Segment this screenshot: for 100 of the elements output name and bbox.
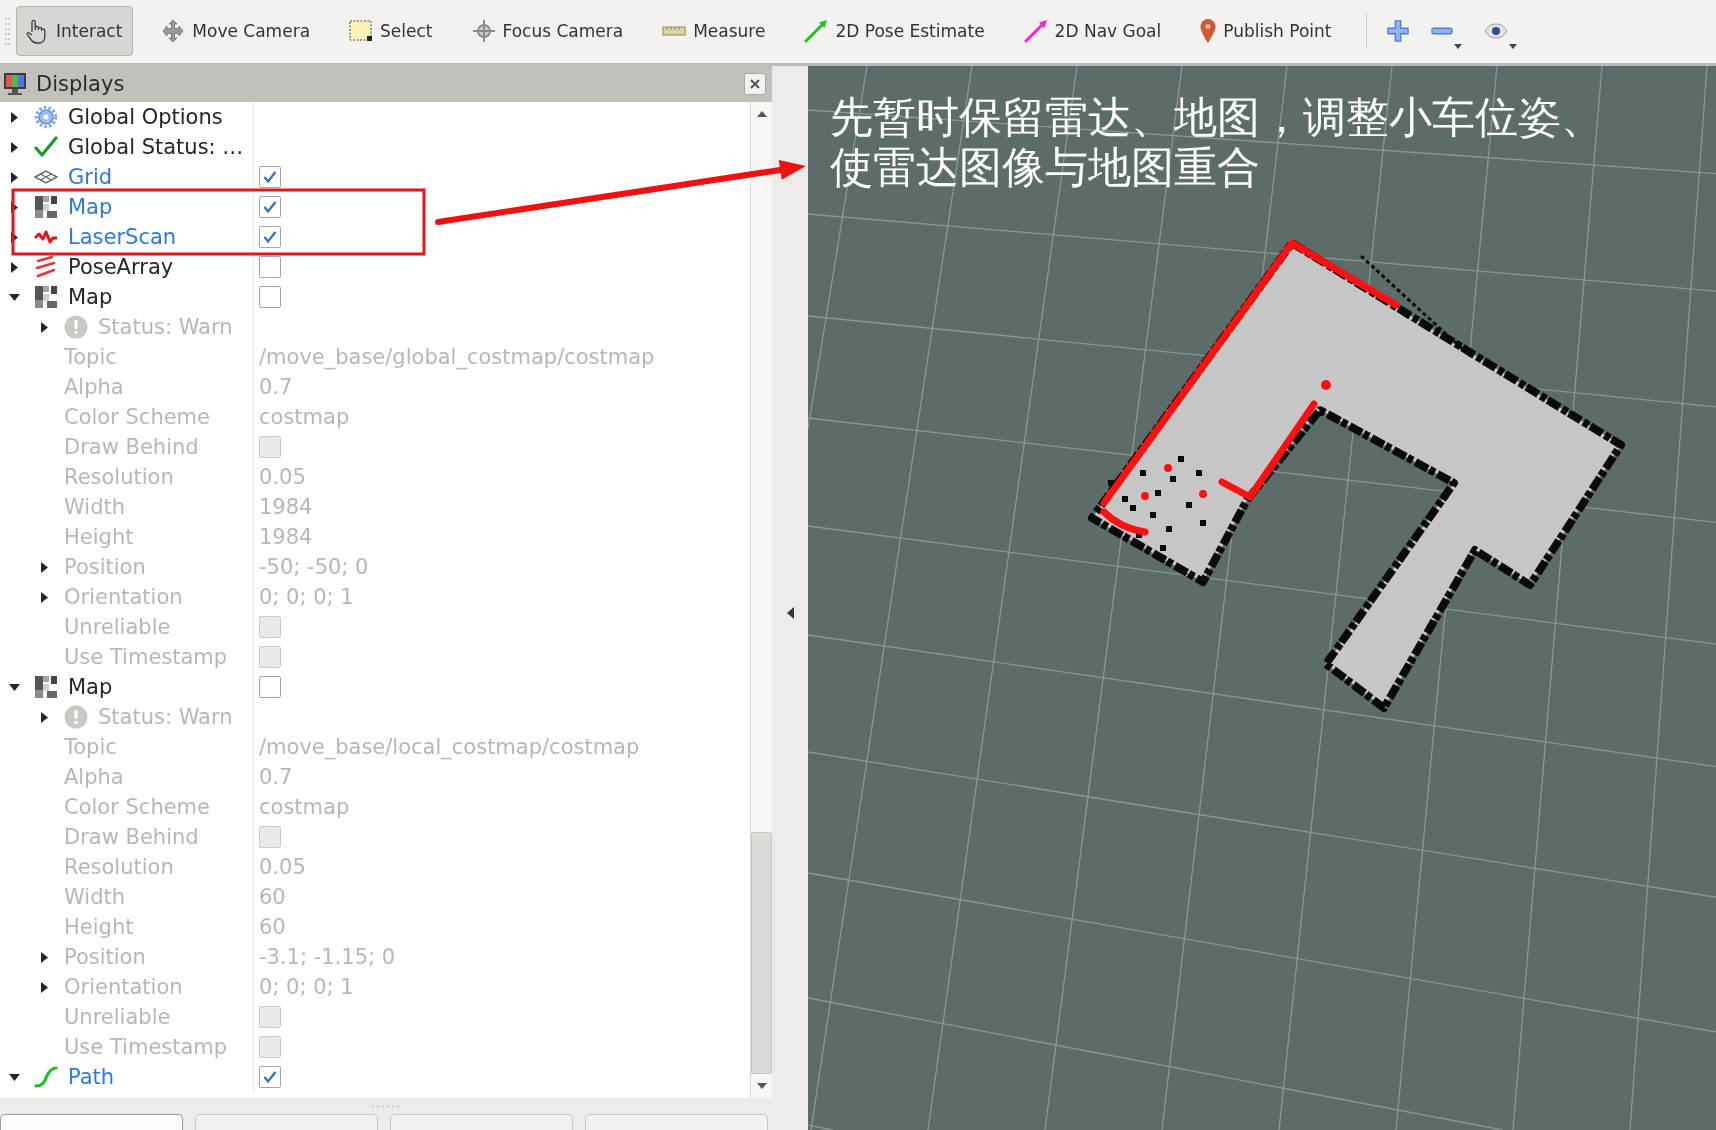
- caret-down-icon[interactable]: [8, 293, 20, 301]
- caret-right-icon[interactable]: [40, 711, 48, 723]
- gear-icon: [34, 105, 58, 129]
- plus-icon: [1387, 19, 1410, 42]
- tool-button[interactable]: 2D Pose Estimate: [795, 5, 996, 56]
- property-value: -50; -50; 0: [259, 555, 369, 579]
- checkbox[interactable]: [259, 616, 281, 638]
- scrollbar[interactable]: [750, 102, 772, 1098]
- caret-down-icon[interactable]: [756, 1083, 767, 1089]
- caret-right-icon[interactable]: [40, 981, 48, 993]
- display-label[interactable]: Map: [68, 285, 113, 309]
- property-value: 0.05: [259, 855, 306, 879]
- warning-icon: [64, 705, 88, 729]
- property-label: Topic: [64, 345, 117, 369]
- caret-down-icon[interactable]: [8, 1073, 20, 1081]
- panel-button[interactable]: [0, 1114, 183, 1130]
- checkbox[interactable]: [259, 256, 281, 278]
- property-label: Status: Warn: [98, 705, 233, 729]
- check-icon: [263, 171, 277, 183]
- checkbox[interactable]: [259, 1006, 281, 1028]
- property-value: costmap: [259, 795, 350, 819]
- property-label: Unreliable: [64, 615, 171, 639]
- property-label: Height: [64, 525, 134, 549]
- checkbox[interactable]: [259, 646, 281, 668]
- display-label[interactable]: Map: [68, 675, 113, 699]
- display-label[interactable]: PoseArray: [68, 255, 174, 279]
- property-value: /move_base/global_costmap/costmap: [259, 345, 655, 369]
- property-label: Width: [64, 495, 125, 519]
- caret-right-icon[interactable]: [10, 141, 18, 153]
- tool-button[interactable]: Focus Camera: [462, 5, 635, 56]
- property-label: Width: [64, 885, 125, 909]
- eye-icon: [1484, 22, 1509, 39]
- checkbox[interactable]: [259, 226, 281, 248]
- tiles-icon: [34, 195, 58, 219]
- property-value: 1984: [259, 495, 313, 519]
- checkbox[interactable]: [259, 676, 281, 698]
- property-label: Orientation: [64, 975, 183, 999]
- caret-up-icon[interactable]: [756, 111, 767, 117]
- display-label[interactable]: Global Status: …: [68, 135, 244, 159]
- checkbox[interactable]: [259, 826, 281, 848]
- display-label[interactable]: Path: [68, 1065, 115, 1089]
- caret-right-icon[interactable]: [40, 951, 48, 963]
- property-label: Position: [64, 555, 146, 579]
- caret-right-icon[interactable]: [10, 231, 18, 243]
- caret-down-icon: [1509, 43, 1518, 49]
- property-label: Color Scheme: [64, 405, 210, 429]
- property-value: -3.1; -1.15; 0: [259, 945, 396, 969]
- annotation-line: 使雷达图像与地图重合: [830, 142, 1260, 192]
- property-value: 1984: [259, 525, 313, 549]
- checkbox[interactable]: [259, 1036, 281, 1058]
- tool-button[interactable]: Interact: [16, 5, 134, 56]
- display-label[interactable]: Map: [68, 195, 113, 219]
- caret-right-icon[interactable]: [10, 201, 18, 213]
- property-value: 0; 0; 0; 1: [259, 975, 354, 999]
- property-label: Use Timestamp: [64, 1035, 228, 1059]
- resize-grip-icon[interactable]: [371, 1104, 401, 1108]
- caret-right-icon[interactable]: [40, 321, 48, 333]
- display-label[interactable]: LaserScan: [68, 225, 177, 249]
- close-icon: [750, 79, 760, 89]
- caret-right-icon[interactable]: [10, 171, 18, 183]
- tool-button[interactable]: 2D Nav Goal: [1014, 5, 1173, 56]
- tool-button[interactable]: Measure: [653, 5, 777, 56]
- caret-right-icon[interactable]: [10, 111, 18, 123]
- check-icon: [263, 231, 277, 243]
- zigzag-icon: [34, 229, 58, 245]
- property-label: Color Scheme: [64, 795, 210, 819]
- check-icon: [263, 1071, 277, 1083]
- tool-button[interactable]: Select: [340, 5, 444, 56]
- property-label: Resolution: [64, 465, 174, 489]
- crosshair-icon: [471, 18, 496, 43]
- caret-right-icon[interactable]: [40, 591, 48, 603]
- checkbox[interactable]: [259, 196, 281, 218]
- selection-box-icon: [349, 19, 374, 42]
- close-button[interactable]: [744, 73, 766, 95]
- ruler-icon: [662, 25, 687, 36]
- property-value: costmap: [259, 405, 350, 429]
- annotation-line: 先暂时保留雷达、地图，调整小车位姿、: [830, 92, 1604, 142]
- checkbox[interactable]: [259, 286, 281, 308]
- caret-down-icon: [1454, 43, 1463, 49]
- caret-right-icon[interactable]: [10, 261, 18, 273]
- arrow-icon: [1023, 18, 1048, 43]
- display-label[interactable]: Grid: [68, 165, 113, 189]
- tool-button[interactable]: Move Camera: [152, 5, 322, 56]
- property-value: /move_base/local_costmap/costmap: [259, 735, 640, 759]
- caret-down-icon[interactable]: [8, 683, 20, 691]
- caret-left-icon[interactable]: [786, 607, 794, 619]
- check-icon: [34, 136, 58, 158]
- checkbox[interactable]: [259, 1066, 281, 1088]
- stripes-icon: [34, 255, 58, 279]
- checkbox[interactable]: [259, 436, 281, 458]
- toolbar-grip-icon[interactable]: [4, 15, 11, 46]
- property-value: 0.7: [259, 765, 293, 789]
- tiles-icon: [34, 285, 58, 309]
- caret-right-icon[interactable]: [40, 561, 48, 573]
- checkbox[interactable]: [259, 166, 281, 188]
- display-label[interactable]: Global Options: [68, 105, 223, 129]
- warning-icon: [64, 315, 88, 339]
- move-arrows-icon: [161, 18, 186, 43]
- scrollbar-thumb[interactable]: [751, 832, 772, 1074]
- tool-button[interactable]: Publish Point: [1191, 5, 1343, 56]
